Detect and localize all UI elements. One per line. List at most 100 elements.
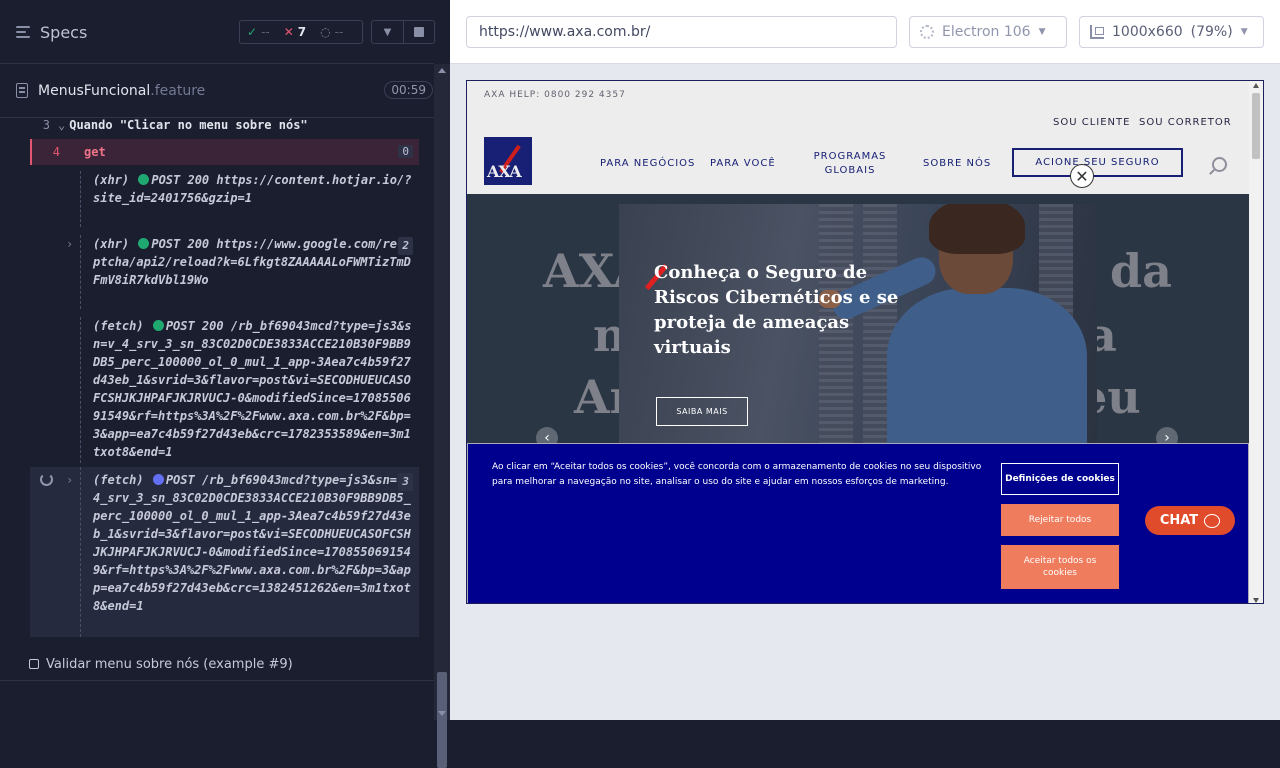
step-keyword: Quando bbox=[69, 118, 113, 132]
log-status: POST 200 bbox=[151, 173, 210, 187]
scroll-down-icon[interactable] bbox=[438, 711, 446, 716]
status-dot-icon bbox=[152, 320, 164, 331]
scrollbar-thumb[interactable] bbox=[1252, 93, 1260, 159]
accept-all-button[interactable]: Aceitar todos os cookies bbox=[1001, 545, 1119, 589]
chevron-left-icon[interactable]: ‹ bbox=[536, 427, 558, 444]
cookie-settings-button[interactable]: Definições de cookies bbox=[1001, 463, 1119, 495]
specs-toggle[interactable]: Specs bbox=[16, 20, 87, 44]
site-scrollbar[interactable] bbox=[1249, 81, 1263, 603]
viewport-info[interactable]: 1000x660 (79%) ▼ bbox=[1079, 16, 1264, 48]
log-type: (xhr) bbox=[93, 173, 130, 187]
loading-spinner-icon bbox=[40, 473, 53, 486]
failed-stat: ✕ 7 bbox=[277, 21, 313, 43]
pending-circle-icon: ◌ bbox=[320, 25, 331, 39]
specs-list-icon bbox=[16, 25, 32, 39]
chat-bubble-icon bbox=[1204, 513, 1221, 528]
stop-icon bbox=[414, 27, 424, 37]
test-row[interactable]: Validar menu sobre nós (example #9) bbox=[29, 656, 293, 672]
chevron-down-icon: ▼ bbox=[1240, 27, 1248, 37]
app-under-test-panel: https://www.axa.com.br/ Electron 106 ▼ 1… bbox=[450, 0, 1280, 720]
log-url: /rb_bf69043mcd?type=js3&sn=v_4_srv_3_sn_… bbox=[93, 473, 412, 613]
url-text: https://www.axa.com.br/ bbox=[479, 24, 651, 40]
aut-toolbar: https://www.axa.com.br/ Electron 106 ▼ 1… bbox=[450, 0, 1280, 64]
close-icon[interactable]: ✕ bbox=[1070, 164, 1094, 188]
cookie-message: Ao clicar em “Aceitar todos os cookies”,… bbox=[492, 462, 982, 487]
status-dot-icon bbox=[138, 238, 150, 249]
axa-website: AXA HELP: 0800 292 4357 SOU CLIENTE SOU … bbox=[467, 81, 1249, 603]
promo-modal: Conheça o Seguro de Riscos Cibernéticos … bbox=[619, 204, 1097, 444]
command-number: 4 bbox=[52, 145, 60, 159]
scroll-down-icon[interactable] bbox=[1253, 598, 1259, 603]
scroll-up-icon[interactable] bbox=[1253, 83, 1259, 88]
check-icon: ✓ bbox=[247, 25, 258, 39]
command-name: get bbox=[84, 145, 106, 159]
browser-selector[interactable]: Electron 106 ▼ bbox=[909, 16, 1067, 48]
hero-banner: AXA da n a Ar eu ‹ › Conheça o Seguro de… bbox=[467, 194, 1249, 444]
viewport-icon bbox=[1090, 25, 1104, 39]
cypress-reporter: Specs ✓ -- ✕ 7 ◌ -- ▼ MenusFuncional .fea… bbox=[0, 0, 450, 768]
spec-file-row[interactable]: MenusFuncional .feature bbox=[0, 64, 434, 118]
cookie-banner: Ao clicar em “Aceitar todos os cookies”,… bbox=[467, 443, 1249, 603]
chevron-right-icon: › bbox=[66, 473, 74, 487]
reporter-header: Specs ✓ -- ✕ 7 ◌ -- ▼ bbox=[0, 0, 435, 64]
test-pending-icon bbox=[29, 659, 39, 669]
log-entry[interactable]: (xhr) POST 200 https://content.hotjar.io… bbox=[30, 171, 419, 227]
log-type: (fetch) bbox=[93, 473, 144, 487]
chevron-right-icon: › bbox=[66, 237, 74, 251]
viewport-zoom: (79%) bbox=[1190, 24, 1233, 40]
test-title: Validar menu sobre nós (example #9) bbox=[46, 656, 293, 672]
command-get-row[interactable]: 4 get 0 bbox=[30, 139, 419, 165]
log-count-badge: 3 bbox=[398, 473, 413, 491]
log-status: POST 200 bbox=[151, 237, 210, 251]
chevron-down-icon: ▼ bbox=[383, 26, 392, 38]
log-entry-pending[interactable]: › (fetch) POST /rb_bf69043mcd?type=js3&s… bbox=[30, 467, 419, 637]
saiba-mais-button[interactable]: SAIBA MAIS bbox=[656, 397, 748, 426]
modal-backdrop bbox=[467, 81, 1249, 194]
status-dot-icon bbox=[152, 474, 164, 485]
hero-bg-text: da bbox=[1110, 244, 1172, 298]
browser-name: Electron 106 bbox=[942, 24, 1031, 40]
step-text: "Clicar no menu sobre nós" bbox=[112, 118, 308, 132]
passed-count: -- bbox=[261, 25, 270, 39]
chat-button[interactable]: CHAT bbox=[1145, 506, 1235, 535]
scroll-up-icon[interactable] bbox=[438, 68, 446, 73]
chevron-down-icon: ▼ bbox=[1038, 27, 1046, 37]
stop-button[interactable] bbox=[403, 21, 434, 43]
spec-name: MenusFuncional bbox=[38, 82, 151, 99]
chevron-down-icon: ⌄ bbox=[58, 118, 66, 132]
log-url: /rb_bf69043mcd?type=js3&sn=v_4_srv_3_sn_… bbox=[93, 319, 412, 459]
promo-title: Conheça o Seguro de Riscos Cibernéticos … bbox=[654, 262, 899, 358]
failed-count: 7 bbox=[297, 25, 307, 39]
pending-stat: ◌ -- bbox=[313, 21, 350, 43]
document-icon bbox=[16, 83, 28, 98]
header-controls: ▼ bbox=[371, 20, 435, 44]
scrollbar-thumb[interactable] bbox=[437, 672, 447, 768]
step-number: 3 bbox=[42, 118, 50, 132]
log-entry[interactable]: (fetch) POST 200 /rb_bf69043mcd?type=js3… bbox=[30, 317, 419, 463]
log-status: POST 200 bbox=[165, 319, 224, 333]
chat-label: CHAT bbox=[1159, 513, 1199, 528]
pending-count: -- bbox=[334, 25, 344, 39]
x-icon: ✕ bbox=[283, 25, 294, 39]
log-status: POST bbox=[165, 473, 195, 487]
command-log: 3 ⌄ Quando "Clicar no menu sobre nós" 4 ge… bbox=[0, 118, 434, 720]
viewport-size: 1000x660 bbox=[1112, 24, 1183, 40]
log-type: (xhr) bbox=[93, 237, 130, 251]
log-type: (fetch) bbox=[93, 319, 144, 333]
log-entry[interactable]: › (xhr) POST 200 https://www.google.com/… bbox=[30, 235, 419, 309]
collapse-all-button[interactable]: ▼ bbox=[372, 21, 403, 43]
reject-all-button[interactable]: Rejeitar todos bbox=[1001, 504, 1119, 536]
spec-extension: .feature bbox=[150, 82, 206, 99]
test-stats: ✓ -- ✕ 7 ◌ -- bbox=[239, 20, 363, 44]
url-field[interactable]: https://www.axa.com.br/ bbox=[466, 16, 897, 48]
reporter-scrollbar[interactable] bbox=[434, 64, 450, 768]
electron-icon bbox=[920, 25, 934, 39]
chevron-right-icon[interactable]: › bbox=[1156, 427, 1178, 444]
aut-iframe: AXA HELP: 0800 292 4357 SOU CLIENTE SOU … bbox=[466, 80, 1264, 604]
command-count-badge: 0 bbox=[398, 145, 413, 158]
log-count-badge: 2 bbox=[398, 237, 413, 255]
status-dot-icon bbox=[138, 174, 150, 185]
passed-stat: ✓ -- bbox=[240, 21, 277, 43]
spec-duration: 00:59 bbox=[384, 81, 433, 99]
step-row[interactable]: 3 ⌄ Quando "Clicar no menu sobre nós" bbox=[30, 118, 420, 132]
